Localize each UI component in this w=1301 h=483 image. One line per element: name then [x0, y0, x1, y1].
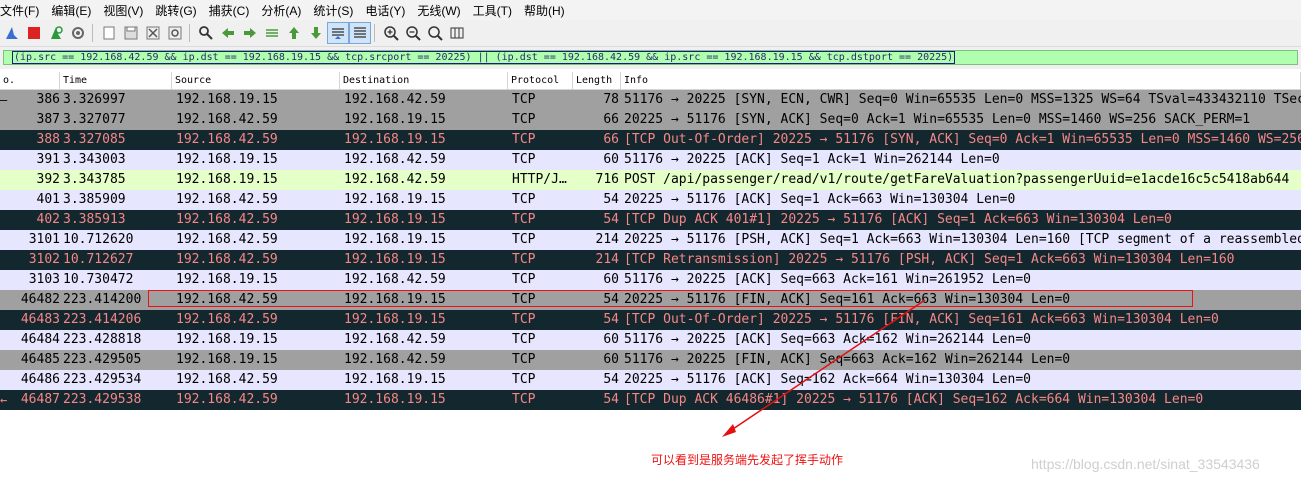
annotation-arrow [722, 299, 926, 437]
watermark: https://blog.csdn.net/sinat_33543436 [1031, 456, 1260, 472]
annotation-note: 可以看到是服务端先发起了挥手动作 [651, 453, 844, 467]
